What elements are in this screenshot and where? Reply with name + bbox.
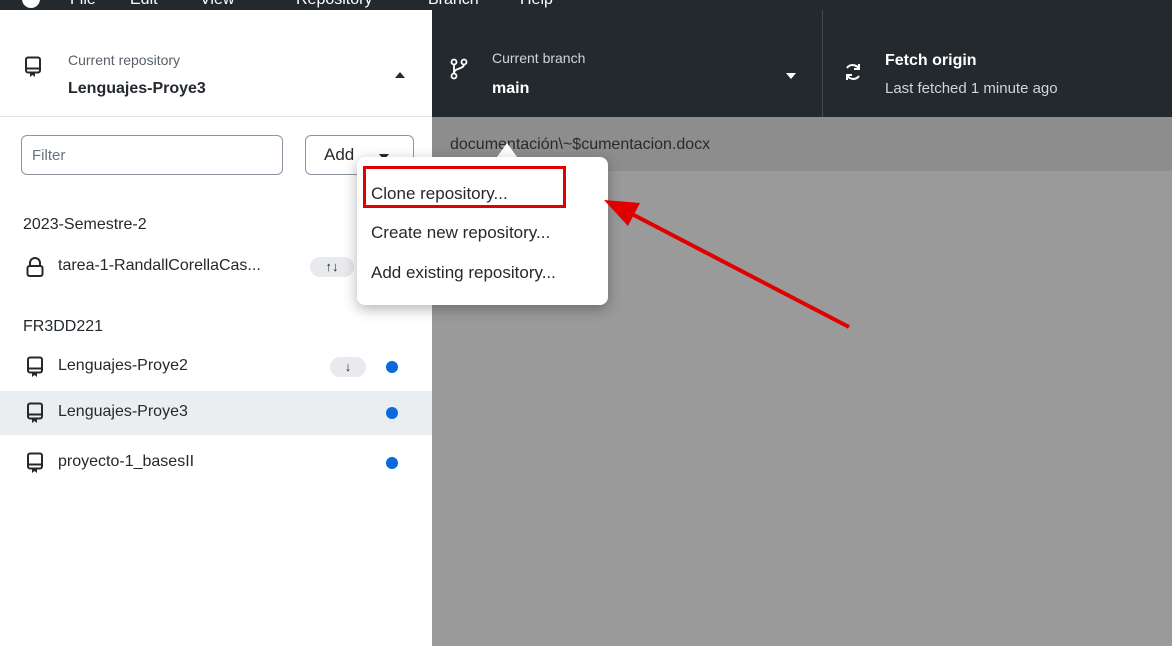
annotation-arrow (604, 200, 850, 329)
